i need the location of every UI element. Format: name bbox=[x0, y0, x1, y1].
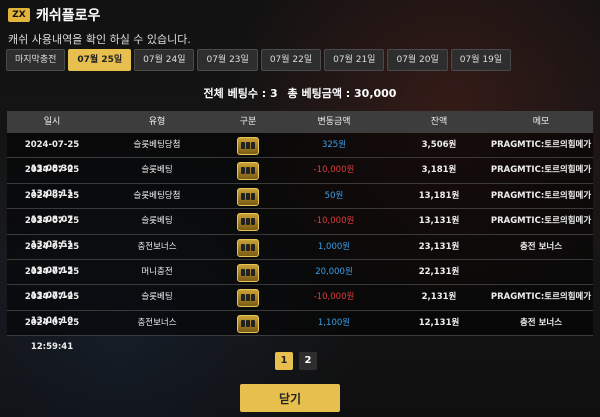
date-tab[interactable]: 07월 21일 bbox=[324, 49, 385, 71]
total-bet-count: 전체 베팅수 : 3 bbox=[203, 87, 278, 100]
cell-time: 2024-07-25 13:07:14 bbox=[24, 266, 80, 301]
slot-machine-icon bbox=[237, 263, 259, 282]
cell-type: 슬롯베팅당첨 bbox=[133, 190, 181, 201]
date-tab[interactable]: 07월 23일 bbox=[197, 49, 258, 71]
header-memo: 메모 bbox=[532, 117, 550, 127]
cell-balance: 13,181원 bbox=[418, 190, 460, 201]
date-tab[interactable]: 07월 20일 bbox=[387, 49, 448, 71]
cell-type: 머니충전 bbox=[141, 266, 173, 277]
cell-type: 슬롯베팅 bbox=[141, 165, 173, 176]
cell-memo: PRAGMTIC:토르의힘메가 bbox=[490, 216, 592, 227]
header-type: 유형 bbox=[148, 117, 166, 127]
page-subtitle: 캐쉬 사용내역을 확인 하실 수 있습니다. bbox=[8, 33, 191, 46]
cell-memo bbox=[489, 260, 593, 284]
cashflow-table: 일시 유형 구분 변동금액 잔액 메모 2024-07-25 13:08:30 슬… bbox=[7, 111, 593, 352]
cell-time: 2024-07-25 13:08:30 bbox=[24, 140, 80, 174]
date-tabs: 마지막충전 07월 25일 07월 24일 07월 23일 07월 22일 07월 21일… bbox=[6, 49, 512, 71]
cell-kind bbox=[217, 311, 279, 335]
cell-balance: 13,131원 bbox=[418, 216, 460, 227]
slot-machine-icon bbox=[237, 314, 259, 333]
cell-amount: 20,000원 bbox=[315, 266, 353, 277]
cell-amount: 1,100원 bbox=[317, 317, 351, 328]
cell-type: 충전보너스 bbox=[137, 317, 177, 328]
table-row: 2024-07-25 13:07:14 머니충전 20,000원 22,131원 bbox=[7, 259, 593, 301]
header-time: 일시 bbox=[43, 117, 61, 127]
cell-memo: PRAGMTIC:토르의힘메가 bbox=[490, 165, 592, 176]
cell-kind bbox=[217, 260, 279, 284]
slot-machine-icon bbox=[237, 238, 259, 257]
cell-memo: PRAGMTIC:토르의힘메가 bbox=[490, 140, 592, 150]
cell-type: 슬롯베팅당첨 bbox=[133, 140, 181, 150]
date-tab[interactable]: 마지막충전 bbox=[6, 49, 66, 71]
date-tab[interactable]: 07월 22일 bbox=[260, 49, 322, 71]
slot-machine-icon bbox=[237, 289, 259, 308]
cell-amount: -10,000원 bbox=[313, 292, 355, 303]
cell-time: 2024-07-25 13:07:51 bbox=[24, 216, 80, 251]
logo: ZX bbox=[8, 8, 30, 22]
slot-machine-icon bbox=[237, 162, 259, 181]
slot-machine-icon bbox=[237, 213, 259, 232]
cell-balance: 2,131원 bbox=[421, 292, 457, 303]
cell-time: 2024-07-25 13:04:10 bbox=[24, 292, 80, 327]
cell-kind bbox=[217, 158, 279, 182]
table-row: 2024-07-25 12:59:41 충전보너스 1,100원 12,131원 충전 … bbox=[7, 310, 593, 352]
table-row: 2024-07-25 13:04:10 슬롯베팅 -10,000원 2,131원 PRA… bbox=[7, 285, 593, 327]
cell-time: 2024-07-25 12:59:41 bbox=[24, 317, 80, 352]
cell-memo: PRAGMTIC:토르의힘메가 bbox=[490, 292, 592, 303]
cell-memo: PRAGMTIC:토르의힘메가 bbox=[490, 190, 592, 201]
date-tab[interactable]: 07월 25일 bbox=[68, 49, 132, 71]
header-balance: 잔액 bbox=[430, 117, 448, 127]
cell-balance: 12,131원 bbox=[418, 317, 460, 328]
cell-balance: 23,131원 bbox=[418, 241, 460, 252]
cell-kind bbox=[217, 285, 279, 309]
cell-amount: -10,000원 bbox=[313, 165, 355, 176]
cell-kind bbox=[217, 184, 279, 208]
table-row: 2024-07-25 13:07:15 충전보너스 1,000원 23,131원 충전 … bbox=[7, 234, 593, 276]
table-body: 2024-07-25 13:08:30 슬롯베팅당첨 325원 3,506원 PRAGM… bbox=[7, 133, 593, 352]
slot-machine-icon bbox=[237, 137, 259, 155]
table-row: 2024-07-25 13:08:11 슬롯베팅 -10,000원 3,181원 PRA… bbox=[7, 158, 593, 200]
header-amount: 변동금액 bbox=[317, 117, 351, 127]
table-row: 2024-07-25 13:08:30 슬롯베팅당첨 325원 3,506원 PRAGM… bbox=[7, 133, 593, 174]
slot-machine-icon bbox=[237, 187, 259, 206]
table-row: 2024-07-25 13:08:07 슬롯베팅당첨 50원 13,181원 PRAGM… bbox=[7, 183, 593, 225]
date-tab[interactable]: 07월 19일 bbox=[450, 49, 512, 71]
page-button[interactable]: 2 bbox=[299, 352, 317, 370]
cell-amount: 325원 bbox=[321, 140, 347, 150]
cell-balance: 3,506원 bbox=[421, 140, 457, 150]
cell-time: 2024-07-25 13:08:11 bbox=[24, 165, 80, 200]
cell-type: 슬롯베팅 bbox=[141, 216, 173, 227]
table-row: 2024-07-25 13:07:51 슬롯베팅 -10,000원 13,131원 PR… bbox=[7, 209, 593, 251]
date-tab[interactable]: 07월 24일 bbox=[134, 49, 195, 71]
page-button[interactable]: 1 bbox=[275, 352, 293, 370]
header-kind: 구분 bbox=[239, 117, 257, 127]
cashflow-panel: ZX 캐쉬플로우 캐쉬 사용내역을 확인 하실 수 있습니다. 마지막충전 07월… bbox=[0, 0, 600, 417]
cell-amount: 50원 bbox=[324, 190, 344, 201]
cell-kind bbox=[217, 235, 279, 259]
table-header: 일시 유형 구분 변동금액 잔액 메모 bbox=[7, 111, 593, 133]
title-row: ZX 캐쉬플로우 bbox=[8, 4, 100, 26]
cell-time: 2024-07-25 13:08:07 bbox=[24, 190, 80, 225]
cell-balance: 22,131원 bbox=[418, 266, 460, 277]
cell-type: 슬롯베팅 bbox=[141, 292, 173, 303]
cell-amount: 1,000원 bbox=[317, 241, 351, 252]
cell-balance: 3,181원 bbox=[421, 165, 457, 176]
cell-memo: 충전 보너스 bbox=[519, 241, 563, 252]
cell-memo: 충전 보너스 bbox=[519, 317, 563, 328]
pagination: 12 bbox=[275, 352, 317, 370]
cell-kind bbox=[217, 209, 279, 233]
bet-summary: 전체 베팅수 : 3 총 베팅금액 : 30,000 bbox=[0, 85, 600, 101]
cell-time: 2024-07-25 13:07:15 bbox=[24, 241, 80, 276]
cell-type: 충전보너스 bbox=[137, 241, 177, 252]
cell-amount: -10,000원 bbox=[313, 216, 355, 227]
page-title: 캐쉬플로우 bbox=[36, 8, 101, 24]
close-button[interactable]: 닫기 bbox=[240, 384, 340, 412]
total-bet-amount: 총 베팅금액 : 30,000 bbox=[287, 87, 397, 100]
cell-kind bbox=[217, 133, 279, 157]
